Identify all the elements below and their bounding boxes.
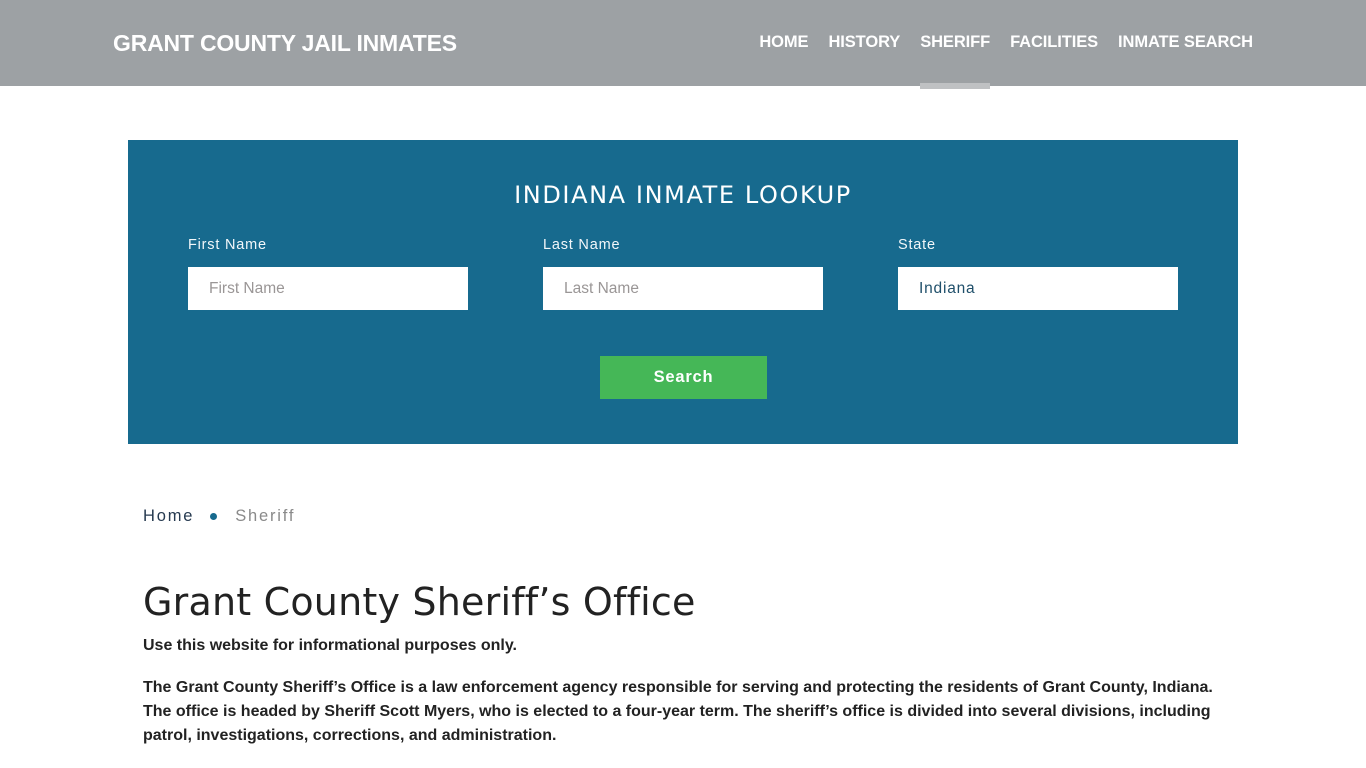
first-name-input[interactable] <box>188 267 468 310</box>
site-logo-text[interactable]: GRANT COUNTY JAIL INMATES <box>113 30 457 57</box>
intro-paragraph: The Grant County Sheriff’s Office is a l… <box>143 679 1213 744</box>
first-name-label: First Name <box>188 237 267 253</box>
breadcrumb-current: Sheriff <box>235 507 296 525</box>
inmate-lookup-panel: INDIANA INMATE LOOKUP First Name Last Na… <box>128 140 1238 444</box>
state-group: State <box>898 237 1178 310</box>
breadcrumb-separator-dot-icon <box>210 513 218 520</box>
nav-home[interactable]: HOME <box>759 33 808 52</box>
breadcrumb-home[interactable]: Home <box>143 507 194 526</box>
main-nav: HOME HISTORY SHERIFF FACILITIES INMATE S… <box>739 33 1253 89</box>
nav-inmate-search[interactable]: INMATE SEARCH <box>1118 33 1253 52</box>
state-input[interactable] <box>898 267 1178 310</box>
site-header: GRANT COUNTY JAIL INMATES HOME HISTORY S… <box>0 0 1366 89</box>
nav-sheriff[interactable]: SHERIFF <box>920 33 990 89</box>
lookup-title: INDIANA INMATE LOOKUP <box>514 181 852 209</box>
last-name-input[interactable] <box>543 267 823 310</box>
last-name-group: Last Name <box>543 237 823 310</box>
disclaimer-text: Use this website for informational purpo… <box>143 637 517 654</box>
state-label: State <box>898 237 936 253</box>
last-name-label: Last Name <box>543 237 621 253</box>
nav-facilities[interactable]: FACILITIES <box>1010 33 1098 52</box>
breadcrumb: Home Sheriff <box>143 507 295 526</box>
nav-history[interactable]: HISTORY <box>828 33 900 52</box>
first-name-group: First Name <box>188 237 468 310</box>
page-title: Grant County Sheriff’s Office <box>143 580 696 624</box>
search-button[interactable]: Search <box>600 356 767 399</box>
